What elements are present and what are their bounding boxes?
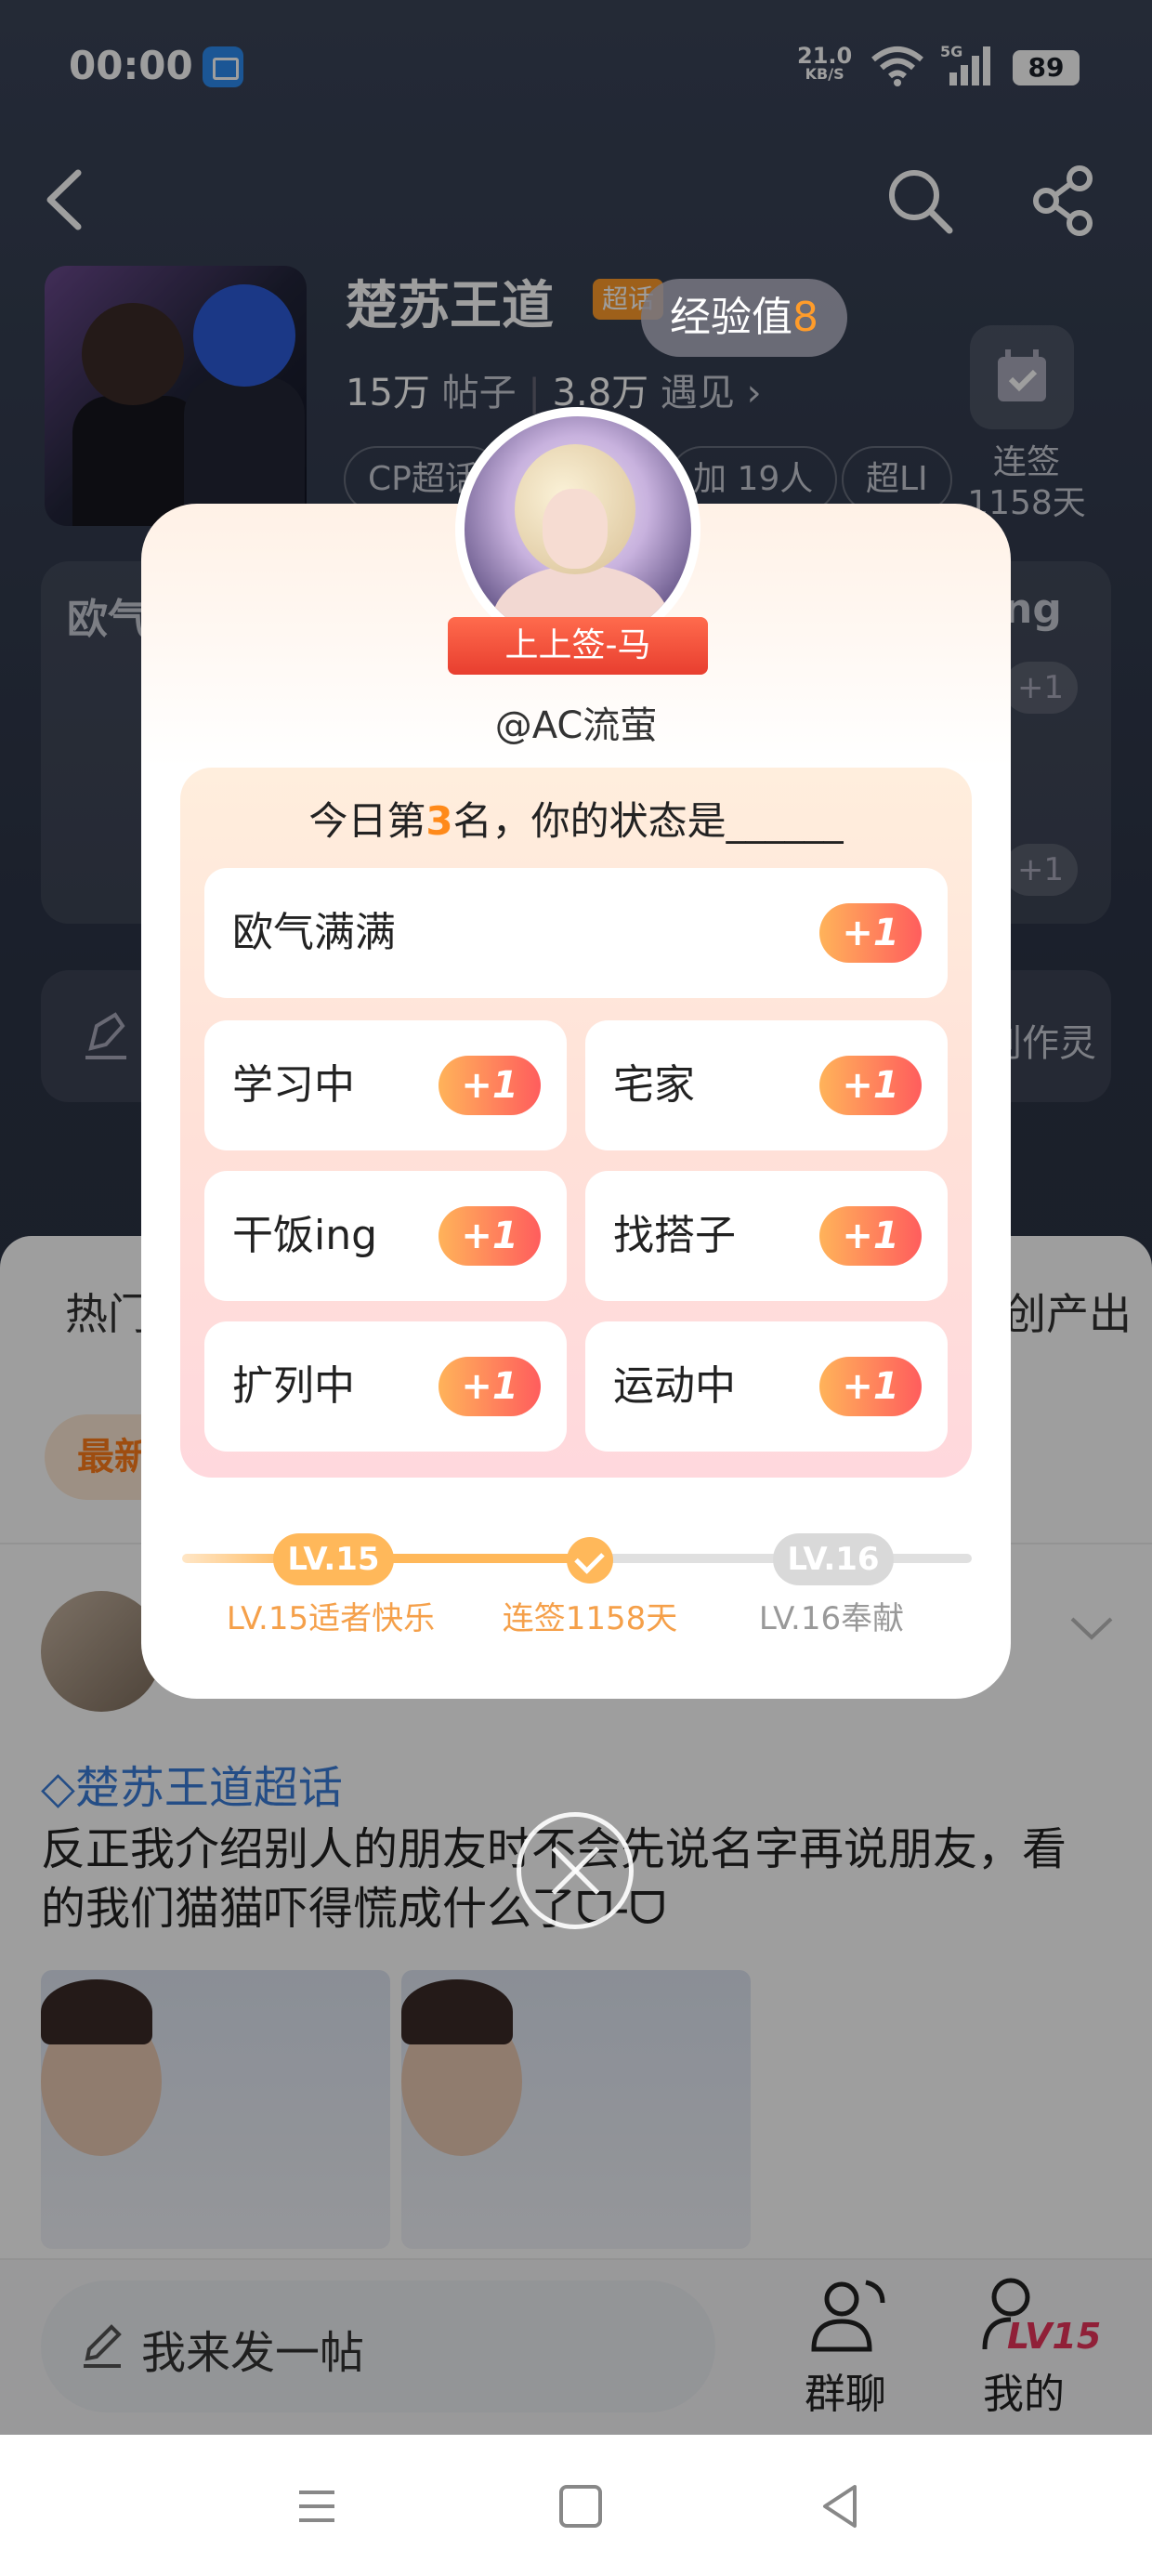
plus-one-button[interactable]: +1 [439,1056,541,1115]
plus-one-button[interactable]: +1 [819,1206,922,1266]
status-question: 今日第3名，你的状态是______ [180,790,972,847]
current-level-caption: LV.15适者快乐 [226,1600,436,1637]
option-label: 干饭ing [232,1212,378,1259]
option-label: 学习中 [232,1061,355,1109]
status-option-find-partner[interactable]: 找搭子 +1 [585,1171,948,1301]
fortune-ribbon: 上上签-马 [448,617,708,675]
next-level-badge: LV.16 [773,1533,894,1585]
current-level-badge: LV.15 [273,1533,394,1585]
status-option-eating[interactable]: 干饭ing +1 [204,1171,567,1301]
status-option-exercising[interactable]: 运动中 +1 [585,1321,948,1452]
option-label: 扩列中 [232,1362,355,1410]
nav-back-icon[interactable] [818,2481,862,2531]
avatar [465,416,691,643]
username: @AC流萤 [494,704,658,747]
question-prefix: 今日第 [308,798,426,844]
plus-one-button[interactable]: +1 [819,903,922,963]
plus-one-button[interactable]: +1 [439,1357,541,1416]
option-label: 宅家 [613,1061,695,1109]
home-icon[interactable] [559,2485,602,2528]
experience-value: 8 [792,294,818,341]
check-icon [567,1537,613,1584]
plus-one-button[interactable]: +1 [819,1357,922,1416]
experience-label: 经验值 [670,294,792,341]
option-label: 欧气满满 [232,909,396,956]
option-label: 找搭子 [613,1212,736,1259]
next-level-caption: LV.16奉献 [758,1600,905,1637]
option-label: 运动中 [613,1362,736,1410]
streak-caption: 连签1158天 [502,1600,678,1637]
status-option-studying[interactable]: 学习中 +1 [204,1020,567,1150]
plus-one-button[interactable]: +1 [819,1056,922,1115]
menu-icon[interactable] [295,2485,338,2528]
question-suffix: 名，你的状态是______ [452,798,844,844]
status-option-make-friends[interactable]: 扩列中 +1 [204,1321,567,1452]
experience-toast: 经验值8 [641,279,847,357]
status-option-homebody[interactable]: 宅家 +1 [585,1020,948,1150]
close-icon[interactable] [517,1812,634,1929]
rank-number: 3 [425,798,453,844]
plus-one-button[interactable]: +1 [439,1206,541,1266]
status-option-lucky[interactable]: 欧气满满 +1 [204,868,948,998]
